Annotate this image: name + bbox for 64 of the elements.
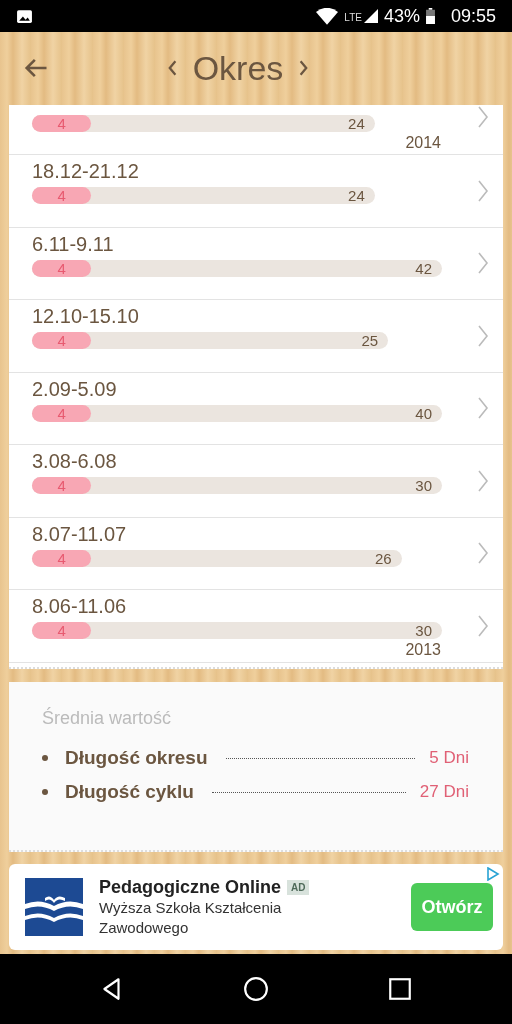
stat-label: Długość cyklu [65, 781, 194, 803]
period-dates: 3.08-6.08 [32, 449, 118, 474]
period-length: 4 [57, 187, 66, 205]
stat-label: Długość okresu [65, 747, 208, 769]
period-length: 4 [57, 404, 66, 422]
cycle-length: 25 [361, 332, 379, 350]
chevron-icon [477, 468, 489, 493]
period-row[interactable]: 6.11-9.11 4 42 [9, 227, 503, 300]
period-row[interactable]: 8.06-11.06 4 30 2013 [9, 590, 503, 663]
period-length: 4 [57, 115, 66, 132]
period-dates: 12.10-15.10 [32, 304, 140, 329]
stat-value: 27 Dni [419, 782, 469, 802]
period-dates: 2.09-5.09 [32, 376, 118, 401]
cycle-length: 30 [415, 622, 432, 640]
chevron-icon [477, 178, 489, 203]
battery-level: 43% [383, 5, 420, 27]
book-logo-icon [25, 878, 83, 936]
cycle-length: 42 [415, 259, 432, 277]
stat-value: 5 Dni [429, 748, 469, 768]
year-label: 2014 [405, 133, 441, 153]
wifi-icon [316, 7, 339, 25]
period-length: 4 [57, 549, 66, 567]
period-row[interactable]: 4 24 2014 [9, 105, 503, 155]
chevron-icon [477, 541, 489, 566]
period-row[interactable]: 3.08-6.08 4 30 [9, 445, 503, 518]
network-label: LTE [344, 11, 362, 23]
battery-icon [425, 8, 435, 24]
ad-badge: AD [287, 879, 310, 895]
summary-title: Średnia wartość [42, 708, 173, 729]
image-icon [16, 7, 33, 25]
signal-icon [363, 9, 378, 23]
clock: 09:55 [450, 5, 496, 27]
chevron-icon [477, 323, 489, 348]
screen-title: Okres [192, 49, 284, 88]
chevron-icon [477, 396, 489, 421]
year-label: 2013 [405, 640, 441, 661]
cycle-length: 26 [375, 549, 392, 567]
period-length: 4 [57, 332, 66, 350]
bullet [42, 789, 48, 795]
cycle-length: 40 [415, 404, 432, 422]
period-length: 4 [57, 622, 66, 640]
period-row[interactable]: 12.10-15.10 4 25 [9, 300, 503, 373]
recents-icon[interactable] [387, 976, 413, 1002]
period-dates: 8.06-11.06 [32, 594, 128, 619]
ad-banner[interactable]: Pedagogiczne Online AD Wyższa Szkoła Kształcenia Zawodowego Otwórz [9, 864, 503, 950]
period-dates: 18.12-21.12 [32, 159, 140, 184]
cycle-length: 24 [348, 187, 365, 205]
period-row[interactable]: 8.07-11.07 4 26 [9, 517, 503, 590]
chevron-icon [477, 613, 489, 638]
period-length: 4 [57, 477, 66, 495]
ad-description: Wyższa Szkoła Kształcenia Zawodowego [99, 897, 283, 938]
chevron-icon [477, 105, 489, 129]
ad-title: Pedagogiczne Online [99, 876, 282, 898]
period-length: 4 [57, 259, 66, 277]
ad-choices-icon[interactable] [486, 867, 500, 881]
period-dates: 6.11-9.11 [32, 231, 115, 256]
period-row[interactable]: 2.09-5.09 4 40 [9, 372, 503, 445]
cycle-length: 24 [348, 115, 365, 132]
cycle-length: 30 [415, 477, 432, 495]
bullet [42, 755, 48, 761]
period-dates: 8.07-11.07 [32, 521, 128, 546]
chevron-icon [477, 251, 489, 276]
period-row[interactable]: 18.12-21.12 4 24 [9, 155, 503, 228]
home-icon[interactable] [243, 976, 269, 1002]
